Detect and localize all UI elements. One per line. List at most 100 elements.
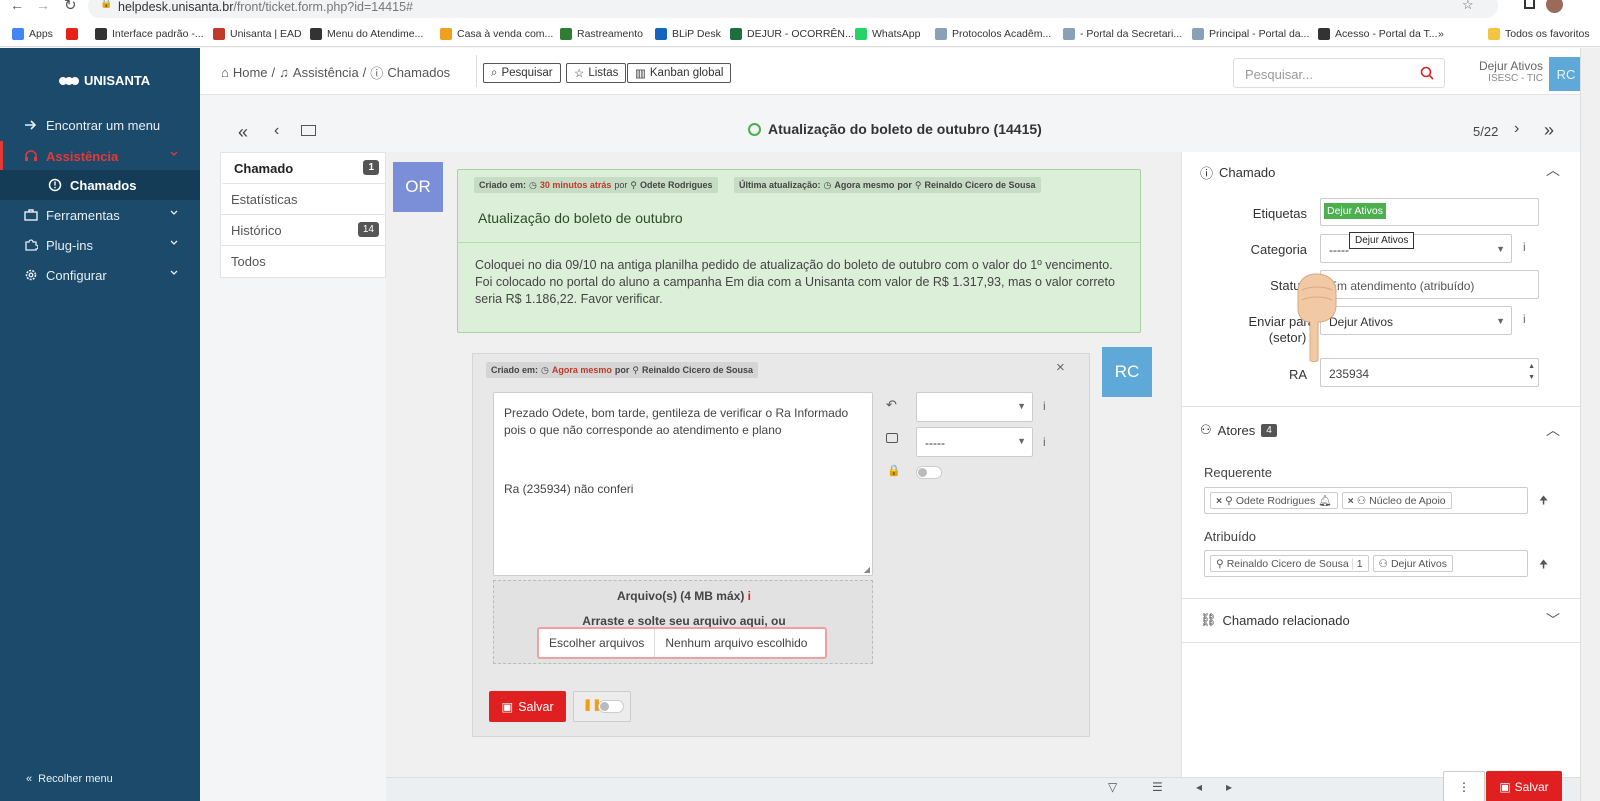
lists-button[interactable]: ☆ Listas (566, 63, 627, 83)
bookmark-icon (655, 28, 667, 40)
info-icon[interactable]: i (1523, 240, 1526, 254)
bookmark-item[interactable] (66, 26, 78, 42)
bookmark-item[interactable]: BLiP Desk (655, 26, 721, 42)
double-chevron-right-icon[interactable]: » (1544, 120, 1554, 141)
divider (458, 242, 1140, 243)
all-favorites[interactable]: Todos os favoritos (1488, 26, 1590, 42)
sidebar-item-configurar[interactable]: Configurar (0, 260, 200, 290)
caret-down-icon: ▼ (1496, 316, 1505, 326)
bookmark-item[interactable]: DEJUR - OCORRÊN... (730, 26, 854, 42)
sidebar-item-assistencia[interactable]: Assistência (0, 141, 200, 171)
save-button[interactable]: ▣ Salvar (489, 691, 566, 722)
star-icon[interactable]: ☆ (1462, 0, 1474, 13)
double-chevron-left-icon[interactable]: « (238, 122, 248, 143)
global-search-input[interactable]: Pesquisar... (1233, 58, 1445, 88)
reply-textarea[interactable]: Prezado Odete, bom tarde, gentileza de v… (493, 392, 873, 576)
bell-icon[interactable]: 🔔︎ (1318, 494, 1331, 507)
section-atores-title[interactable]: ⚇ Atores 4 (1200, 422, 1277, 438)
bookmark-item[interactable]: Protocolos Acadêm... (935, 26, 1051, 42)
logo[interactable]: UNISANTA (58, 73, 150, 88)
assign-me-icon[interactable]: 🠉 (1539, 556, 1548, 575)
sidebar-item-chamados[interactable]: Chamados (0, 170, 200, 200)
address-bar[interactable]: 🔒 helpdesk.unisanta.br/front/ticket.form… (88, 0, 1498, 18)
reload-icon[interactable]: ↻ (64, 0, 77, 14)
close-icon[interactable]: × (1056, 359, 1065, 376)
pending-toggle[interactable]: ❚❚ (573, 691, 631, 722)
bookmark-item[interactable]: Acesso - Portal da T... (1318, 26, 1438, 42)
assign-me-icon[interactable]: 🠉 (1539, 492, 1548, 511)
filter-icon[interactable]: ▽ (1108, 780, 1117, 794)
info-icon[interactable]: i (1523, 312, 1526, 326)
chevron-up-icon[interactable]: ︿ (1546, 160, 1560, 180)
sidebar-item-ferramentas[interactable]: Ferramentas (0, 200, 200, 230)
tab-estatisticas[interactable]: Estatísticas (221, 184, 385, 215)
tab-historico[interactable]: Histórico 14 (221, 215, 385, 246)
profile-avatar[interactable] (1546, 0, 1563, 13)
tab-chamado[interactable]: Chamado 1 (221, 153, 385, 184)
chevron-left-icon[interactable]: ‹ (274, 122, 279, 140)
bookmark-item[interactable]: Principal - Portal da... (1192, 26, 1309, 42)
breadcrumb-assistencia[interactable]: Assistência (293, 65, 359, 80)
actor-chip[interactable]: ⚲ Reinaldo Cicero de Sousa 1 (1210, 555, 1369, 572)
bookmark-item[interactable]: Unisanta | EAD (213, 26, 302, 42)
user-avatar[interactable]: RC (1549, 57, 1583, 91)
info-icon[interactable]: i (1043, 435, 1046, 449)
actor-chip[interactable]: ⚇ Dejur Ativos (1372, 555, 1453, 572)
sidebar-item-plugins[interactable]: Plug-ins (0, 230, 200, 260)
spinner-icon[interactable]: ▲ ▼ (1528, 361, 1535, 383)
resize-handle-icon[interactable]: ◢ (864, 565, 870, 574)
choose-files-button[interactable]: Escolher arquivos (539, 629, 656, 657)
bookmark-item[interactable]: Apps (12, 26, 53, 42)
sidepanel-icon[interactable] (1524, 0, 1535, 9)
forward-icon[interactable]: → (36, 0, 50, 13)
bookmark-item[interactable]: Menu do Atendime... (310, 26, 423, 42)
breadcrumb-home[interactable]: Home (233, 65, 268, 80)
bookmark-item[interactable]: Interface padrão -... (95, 26, 204, 42)
breadcrumb-chamados[interactable]: Chamados (387, 65, 450, 80)
collapse-menu[interactable]: « Recolher menu (26, 773, 113, 785)
list-icon[interactable] (301, 125, 316, 136)
source-select[interactable]: ----- ▼ (916, 427, 1033, 457)
requerente-field[interactable]: × ⚲ Odete Rodrigues 🔔︎ × ⚇ Núcleo de Apoio (1204, 487, 1528, 514)
atribuido-field[interactable]: ⚲ Reinaldo Cicero de Sousa 1 ⚇ Dejur Ativos (1204, 550, 1528, 577)
tab-todos[interactable]: Todos (221, 246, 385, 277)
enviar-para-select[interactable]: Dejur Ativos ▼ (1320, 306, 1512, 335)
search-icon[interactable] (1420, 66, 1434, 80)
chevron-up-icon[interactable]: ︿ (1546, 420, 1560, 440)
chevron-right-icon[interactable]: ▸ (1226, 780, 1232, 794)
followup-template-select[interactable]: ▼ (916, 392, 1033, 422)
back-icon[interactable]: ← (10, 0, 24, 13)
more-bookmarks[interactable]: » (1438, 26, 1444, 42)
file-dropzone[interactable]: Arquivo(s) (4 MB máx) i Arraste e solte … (493, 580, 873, 664)
checklist-icon[interactable]: ☰ (1152, 780, 1163, 794)
more-actions-button[interactable]: ⋮ (1443, 771, 1485, 801)
info-icon[interactable]: i (1043, 399, 1046, 413)
private-toggle[interactable] (916, 466, 942, 479)
status-select[interactable]: Em atendimento (atribuído) (1320, 270, 1539, 299)
actor-chip[interactable]: × ⚲ Odete Rodrigues 🔔︎ (1210, 492, 1338, 509)
info-icon[interactable]: i (748, 589, 751, 603)
sidebar-item-find-menu[interactable]: Encontrar um menu (0, 110, 200, 140)
file-input[interactable]: Escolher arquivos Nenhum arquivo escolhi… (537, 627, 827, 659)
remove-icon[interactable]: × (1348, 495, 1354, 507)
bookmark-item[interactable]: - Portal da Secretari... (1063, 26, 1182, 42)
chevron-right-icon[interactable]: › (1514, 120, 1519, 138)
puzzle-icon (25, 239, 38, 251)
search-button[interactable]: ⌕ Pesquisar (483, 63, 561, 83)
footer-save-button[interactable]: ▣ Salvar (1486, 771, 1562, 801)
remove-icon[interactable]: × (1216, 495, 1222, 507)
section-chamado-title[interactable]: ⓘ Chamado (1200, 163, 1275, 182)
ra-input[interactable]: 235934 ▲ ▼ (1320, 358, 1539, 387)
kanban-button[interactable]: ▥ Kanban global (627, 63, 732, 83)
etiqueta-tag[interactable]: Dejur Ativos (1324, 203, 1387, 219)
page-scrollbar[interactable] (1580, 48, 1600, 801)
section-relacionado-title[interactable]: ⛓︎ Chamado relacionado (1200, 612, 1350, 628)
chevron-left-icon[interactable]: ◂ (1196, 780, 1202, 794)
etiquetas-field[interactable]: Dejur Ativos (1320, 198, 1539, 226)
bookmark-item[interactable]: Rastreamento (560, 26, 643, 42)
bookmark-item[interactable]: Casa à venda com... (440, 26, 553, 42)
user-info[interactable]: Dejur Ativos ISESC - TIC (1476, 59, 1543, 84)
chevron-down-icon[interactable]: ﹀ (1546, 610, 1560, 630)
bookmark-item[interactable]: WhatsApp (855, 26, 920, 42)
actor-chip[interactable]: × ⚇ Núcleo de Apoio (1341, 492, 1452, 509)
